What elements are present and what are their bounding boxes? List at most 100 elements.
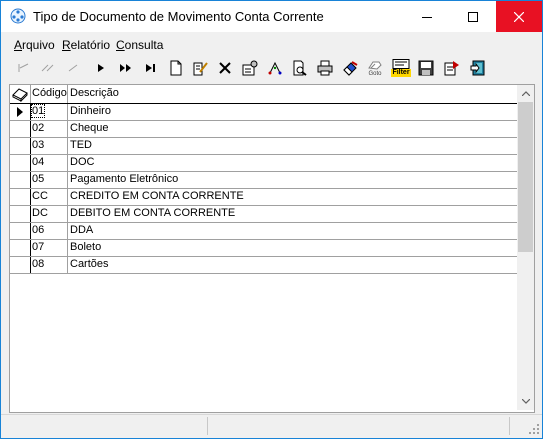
prior-record-button[interactable] bbox=[62, 57, 84, 79]
app-icon[interactable] bbox=[10, 8, 26, 24]
save-button[interactable] bbox=[415, 57, 437, 79]
sort-button[interactable] bbox=[264, 57, 286, 79]
filter-button[interactable]: Filter bbox=[390, 57, 412, 79]
main-window: Tipo de Documento de Movimento Conta Cor… bbox=[0, 0, 543, 439]
last-record-button[interactable] bbox=[140, 57, 162, 79]
cell-codigo[interactable]: DC bbox=[32, 207, 67, 219]
menu-consulta-accel: C bbox=[116, 38, 125, 52]
scroll-thumb[interactable] bbox=[518, 102, 533, 252]
cell-codigo[interactable]: CC bbox=[32, 190, 67, 202]
eraser-button[interactable] bbox=[339, 57, 361, 79]
search-document-icon bbox=[293, 60, 307, 76]
vertical-scrollbar[interactable] bbox=[517, 85, 534, 410]
table-row[interactable]: 08 Cartões bbox=[10, 257, 517, 274]
cell-descricao[interactable]: Boleto bbox=[70, 241, 101, 253]
table-row[interactable]: 03 TED bbox=[10, 138, 517, 155]
cell-descricao[interactable]: DDA bbox=[70, 224, 93, 236]
next-record-button[interactable] bbox=[90, 57, 112, 79]
cell-codigo[interactable]: 06 bbox=[32, 224, 67, 236]
cell-descricao[interactable]: Cartões bbox=[70, 258, 109, 270]
title-bar[interactable]: Tipo de Documento de Movimento Conta Cor… bbox=[1, 1, 542, 32]
next-page-icon bbox=[120, 64, 131, 72]
menu-relatorio-accel: R bbox=[62, 38, 71, 52]
table-row[interactable]: CC CREDITO EM CONTA CORRENTE bbox=[10, 189, 517, 206]
goto-button[interactable]: Goto bbox=[364, 57, 386, 79]
table-row[interactable]: 02 Cheque bbox=[10, 121, 517, 138]
edit-document-button[interactable] bbox=[189, 57, 211, 79]
cell-separator bbox=[67, 155, 68, 171]
menu-consulta-rest: onsulta bbox=[124, 38, 164, 52]
cell-codigo-text: 01 bbox=[30, 104, 46, 118]
cell-codigo[interactable]: 03 bbox=[32, 139, 67, 151]
exit-button[interactable] bbox=[467, 57, 489, 79]
prior-page-button[interactable] bbox=[37, 57, 59, 79]
menu-consulta[interactable]: Consulta bbox=[116, 38, 163, 52]
cell-descricao[interactable]: Cheque bbox=[70, 122, 109, 134]
scroll-down-button[interactable] bbox=[517, 393, 534, 410]
export-button[interactable] bbox=[441, 57, 463, 79]
table-row[interactable]: 01 Dinheiro bbox=[10, 104, 517, 121]
new-document-icon bbox=[170, 60, 182, 76]
grid-indicator-header[interactable] bbox=[10, 85, 31, 103]
edit-document-icon bbox=[193, 62, 208, 76]
row-indicator bbox=[10, 240, 31, 256]
cell-descricao[interactable]: TED bbox=[70, 139, 92, 151]
table-row[interactable]: 07 Boleto bbox=[10, 240, 517, 257]
maximize-button[interactable] bbox=[450, 1, 496, 32]
status-panel bbox=[209, 417, 510, 435]
cell-codigo[interactable]: 01 bbox=[30, 104, 67, 118]
current-row-arrow-icon bbox=[17, 107, 23, 117]
search-document-button[interactable] bbox=[289, 57, 311, 79]
properties-icon bbox=[242, 60, 258, 76]
cell-codigo[interactable]: 04 bbox=[32, 156, 67, 168]
properties-button[interactable] bbox=[239, 57, 261, 79]
cell-codigo[interactable]: 07 bbox=[32, 241, 67, 253]
chevron-up-icon bbox=[521, 91, 530, 96]
column-header-codigo[interactable]: Código bbox=[32, 87, 67, 99]
save-icon bbox=[418, 60, 434, 76]
cell-descricao[interactable]: DOC bbox=[70, 156, 94, 168]
menu-bar: Arquivo Relatório Consulta bbox=[1, 35, 542, 53]
cell-codigo[interactable]: 02 bbox=[32, 122, 67, 134]
next-page-button[interactable] bbox=[115, 57, 137, 79]
table-row[interactable]: 04 DOC bbox=[10, 155, 517, 172]
new-document-button[interactable] bbox=[165, 57, 187, 79]
data-grid[interactable]: Código Descrição 01 Dinheiro 02 Cheque 0… bbox=[9, 84, 535, 413]
prior-record-icon bbox=[68, 64, 78, 72]
filter-label: Filter bbox=[391, 69, 411, 77]
resize-grip-icon[interactable] bbox=[528, 423, 540, 435]
cell-codigo[interactable]: 05 bbox=[32, 173, 67, 185]
table-row[interactable]: 06 DDA bbox=[10, 223, 517, 240]
filter-icon bbox=[392, 59, 410, 69]
scroll-up-button[interactable] bbox=[517, 85, 534, 102]
chevron-down-icon bbox=[521, 399, 530, 404]
cell-codigo[interactable]: 08 bbox=[32, 258, 67, 270]
table-row[interactable]: DC DEBITO EM CONTA CORRENTE bbox=[10, 206, 517, 223]
cell-separator bbox=[67, 257, 68, 273]
cell-separator bbox=[67, 223, 68, 239]
menu-arquivo[interactable]: Arquivo bbox=[14, 38, 55, 52]
cell-descricao[interactable]: DEBITO EM CONTA CORRENTE bbox=[70, 207, 235, 219]
last-record-icon bbox=[146, 64, 155, 72]
column-separator bbox=[67, 85, 68, 103]
cell-descricao[interactable]: Pagamento Eletrônico bbox=[70, 173, 178, 185]
cell-descricao[interactable]: CREDITO EM CONTA CORRENTE bbox=[70, 190, 244, 202]
column-header-descricao[interactable]: Descrição bbox=[70, 87, 119, 99]
table-row[interactable]: 05 Pagamento Eletrônico bbox=[10, 172, 517, 189]
first-record-button[interactable] bbox=[12, 57, 34, 79]
row-indicator bbox=[10, 172, 31, 188]
minimize-icon bbox=[422, 16, 432, 18]
minimize-button[interactable] bbox=[404, 1, 450, 32]
cell-descricao[interactable]: Dinheiro bbox=[70, 105, 111, 117]
row-indicator bbox=[10, 189, 31, 205]
grid-header: Código Descrição bbox=[10, 85, 517, 104]
status-bar bbox=[1, 414, 542, 437]
close-icon bbox=[514, 11, 524, 22]
close-button[interactable] bbox=[496, 1, 542, 32]
print-button[interactable] bbox=[314, 57, 336, 79]
eraser-icon bbox=[343, 61, 358, 76]
sort-icon bbox=[268, 61, 282, 75]
delete-button[interactable] bbox=[214, 57, 236, 79]
menu-relatorio[interactable]: Relatório bbox=[62, 38, 110, 52]
cell-separator bbox=[67, 206, 68, 222]
